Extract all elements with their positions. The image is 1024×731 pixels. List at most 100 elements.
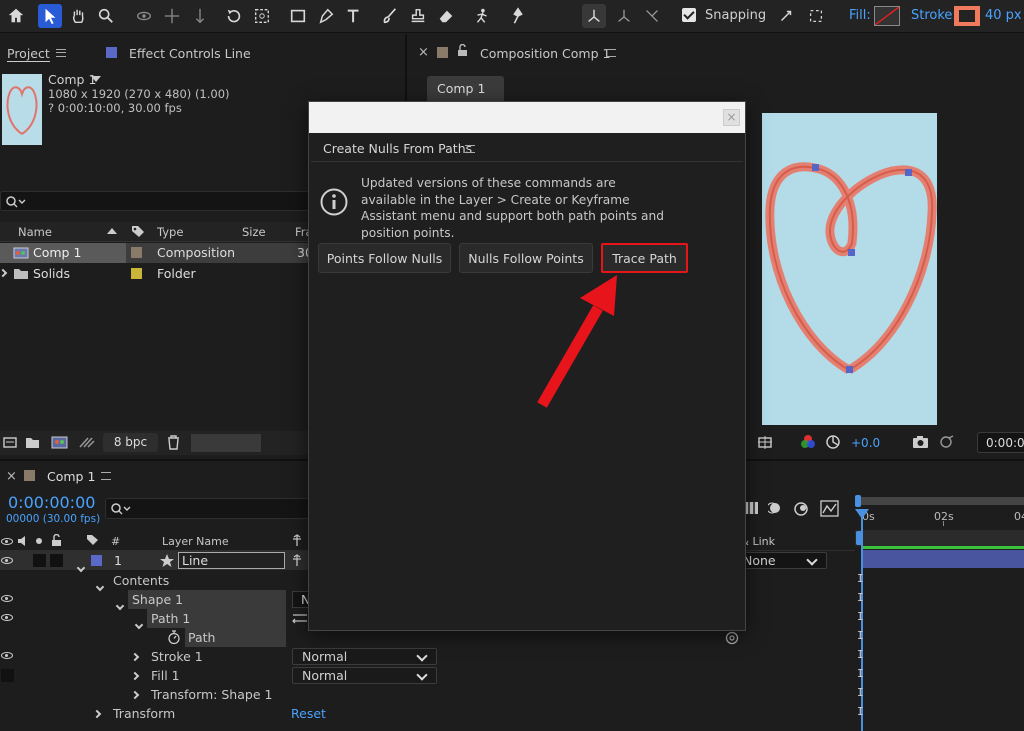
new-folder-icon[interactable] bbox=[25, 436, 40, 449]
project-item-folder[interactable]: Solids Folder bbox=[0, 264, 310, 284]
time-graph[interactable]: 0s 02s 04 I I I I I I I I bbox=[855, 495, 1024, 731]
visibility-switch-off[interactable] bbox=[1, 669, 14, 682]
layer-name-field[interactable]: Line bbox=[178, 552, 285, 569]
label-color-swatch[interactable] bbox=[131, 268, 142, 279]
project-search-input[interactable] bbox=[0, 191, 310, 211]
parent-dropdown[interactable]: None bbox=[735, 552, 827, 569]
close-panel-icon[interactable]: × bbox=[418, 45, 429, 60]
dolly-camera-icon[interactable] bbox=[188, 4, 212, 28]
panel-menu-icon[interactable] bbox=[465, 145, 475, 153]
fill-swatch[interactable] bbox=[874, 6, 900, 26]
bit-depth-button[interactable]: 8 bpc bbox=[103, 433, 158, 452]
orbit-camera-icon[interactable] bbox=[132, 4, 156, 28]
timeline-tab[interactable]: Comp 1 bbox=[47, 469, 95, 484]
audio-icon[interactable] bbox=[17, 535, 29, 547]
project-item-comp[interactable]: Comp 1 Composition 30 bbox=[0, 243, 313, 263]
snap-option-icon[interactable] bbox=[774, 4, 798, 28]
close-timeline-icon[interactable]: × bbox=[6, 469, 17, 484]
blend-mode-dropdown[interactable]: Normal bbox=[292, 667, 437, 684]
stroke-swatch[interactable] bbox=[954, 6, 980, 26]
reset-link[interactable]: Reset bbox=[291, 706, 326, 721]
comp-dropdown-icon[interactable] bbox=[91, 76, 101, 82]
axis-world-icon[interactable] bbox=[612, 4, 636, 28]
column-name[interactable]: Name bbox=[18, 225, 52, 239]
show-snapshot-icon[interactable] bbox=[938, 435, 955, 449]
keyframe-marker[interactable]: I bbox=[857, 648, 864, 661]
stroke-width-value[interactable]: 40 px bbox=[985, 8, 1022, 23]
tab-comp-1[interactable]: Comp 1 bbox=[427, 76, 504, 102]
blend-mode-dropdown[interactable]: Normal bbox=[292, 648, 437, 665]
stopwatch-icon[interactable] bbox=[167, 630, 181, 645]
solo-icon[interactable] bbox=[36, 538, 42, 544]
expand-arrow-icon[interactable] bbox=[130, 671, 140, 681]
path-direction-icon[interactable] bbox=[291, 612, 309, 625]
panel-menu-icon[interactable] bbox=[101, 472, 111, 480]
visibility-icon[interactable] bbox=[1, 557, 13, 564]
layer-duration-bar[interactable] bbox=[861, 550, 1024, 568]
column-layer-name[interactable]: Layer Name bbox=[162, 535, 229, 548]
graph-editor-icon[interactable] bbox=[793, 501, 810, 516]
axis-local-icon[interactable] bbox=[582, 4, 606, 28]
sort-ascending-icon[interactable] bbox=[107, 228, 117, 234]
switches-icon[interactable] bbox=[291, 534, 304, 547]
zoom-tool-icon[interactable] bbox=[94, 4, 118, 28]
visibility-icon[interactable] bbox=[1, 614, 13, 621]
visibility-icon[interactable] bbox=[1, 595, 13, 602]
project-footer-slider[interactable] bbox=[191, 434, 261, 452]
rectangle-tool-icon[interactable] bbox=[286, 4, 310, 28]
composition-tab-title[interactable]: Composition Comp 1 bbox=[480, 46, 610, 61]
timeline-search-input[interactable] bbox=[105, 498, 310, 519]
tab-effect-controls[interactable]: Effect Controls Line bbox=[129, 46, 251, 61]
lock-icon[interactable] bbox=[51, 534, 62, 547]
column-parent-link[interactable]: Parent & Link bbox=[745, 535, 775, 548]
project-settings-icon[interactable] bbox=[78, 436, 96, 449]
snapshot-camera-icon[interactable] bbox=[912, 435, 929, 449]
snap-extents-icon[interactable] bbox=[804, 4, 828, 28]
work-area-start-handle[interactable] bbox=[855, 495, 861, 507]
keyframe-marker[interactable]: I bbox=[857, 629, 864, 642]
label-color-swatch[interactable] bbox=[131, 247, 142, 258]
new-composition-icon[interactable] bbox=[51, 436, 68, 449]
home-icon[interactable] bbox=[4, 4, 28, 28]
current-time-display[interactable]: 0:00:00: bbox=[977, 432, 1024, 453]
keyframe-marker[interactable]: I bbox=[857, 667, 864, 680]
tab-project[interactable]: Project bbox=[7, 46, 50, 62]
shy-switch-icon[interactable] bbox=[291, 554, 304, 567]
rotate-tool-icon[interactable] bbox=[222, 4, 246, 28]
label-tag-icon[interactable] bbox=[131, 225, 145, 238]
axis-view-icon[interactable] bbox=[640, 4, 664, 28]
solo-switch[interactable] bbox=[33, 554, 46, 567]
interpret-footage-icon[interactable] bbox=[3, 436, 17, 449]
expand-arrow-icon[interactable] bbox=[130, 652, 140, 662]
pan-camera-icon[interactable] bbox=[160, 4, 184, 28]
region-of-interest-icon[interactable] bbox=[757, 435, 773, 450]
hand-tool-icon[interactable] bbox=[66, 4, 90, 28]
panel-menu-icon[interactable] bbox=[606, 49, 616, 57]
keyframe-marker[interactable]: I bbox=[857, 705, 864, 718]
composition-canvas[interactable] bbox=[762, 113, 937, 425]
column-type[interactable]: Type bbox=[157, 225, 183, 239]
property-fill-1[interactable]: Fill 1 Normal bbox=[0, 666, 745, 685]
visibility-icon[interactable] bbox=[1, 652, 13, 659]
property-transform[interactable]: Transform Reset bbox=[0, 704, 745, 723]
exposure-value[interactable]: +0.0 bbox=[851, 436, 880, 450]
channels-icon[interactable] bbox=[800, 434, 816, 450]
panel-menu-icon[interactable] bbox=[56, 49, 66, 57]
work-area-bar[interactable] bbox=[860, 497, 1024, 505]
anchor-point-tool-icon[interactable] bbox=[250, 4, 274, 28]
expression-pick-whip-icon[interactable] bbox=[725, 631, 739, 645]
dialog-close-button[interactable]: × bbox=[723, 109, 740, 126]
lock-switch[interactable] bbox=[50, 554, 63, 567]
motion-blur-icon[interactable] bbox=[768, 501, 782, 515]
clone-stamp-tool-icon[interactable] bbox=[406, 4, 430, 28]
roto-brush-tool-icon[interactable] bbox=[470, 4, 494, 28]
puppet-tool-icon[interactable] bbox=[506, 4, 530, 28]
keyframe-marker[interactable]: I bbox=[857, 572, 864, 585]
snapping-checkbox[interactable] bbox=[682, 8, 696, 22]
frame-blending-icon[interactable] bbox=[745, 501, 759, 515]
selection-tool-icon[interactable] bbox=[38, 4, 62, 28]
keyframe-marker[interactable]: I bbox=[857, 686, 864, 699]
visibility-icon[interactable] bbox=[1, 538, 13, 545]
label-tag-icon[interactable] bbox=[86, 534, 99, 546]
nulls-follow-points-button[interactable]: Nulls Follow Points bbox=[459, 243, 593, 273]
